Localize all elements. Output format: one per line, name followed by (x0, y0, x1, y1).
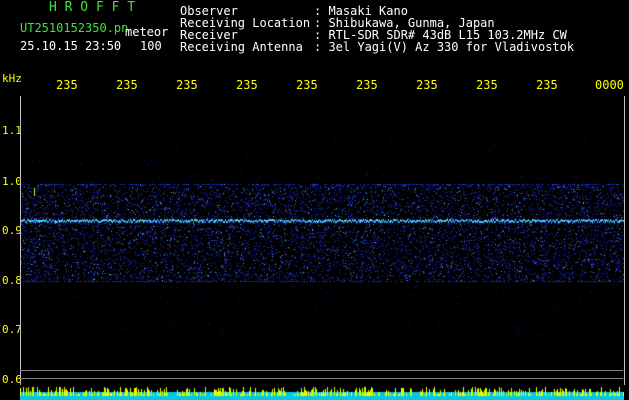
mode-label: meteor (125, 25, 169, 39)
antenna-label: Receiving Antenna (180, 40, 303, 54)
y-tick: 1.1 (2, 124, 22, 137)
y-tick: 1.0 (2, 175, 22, 188)
x-tick: 235 (236, 78, 258, 92)
datetime-label: 25.10.15 23:50 (20, 39, 122, 53)
spectrogram-canvas (20, 96, 624, 400)
baseline-rule (20, 370, 623, 371)
antenna-value: : 3el Yagi(V) Az 330 for Vladivostok (314, 40, 575, 54)
x-tick: 235 (356, 78, 378, 92)
y-tick: 0.7 (2, 323, 22, 336)
x-tick: 235 (476, 78, 498, 92)
y-tick: 0.8 (2, 274, 22, 287)
y-tick: 0.6 (2, 373, 22, 386)
count-label: 100 (140, 39, 162, 53)
x-tick: 0000 (595, 78, 624, 92)
x-tick: 235 (296, 78, 318, 92)
filename-label: UT2510152350.pn (20, 21, 129, 35)
x-tick: 235 (176, 78, 198, 92)
y-axis-unit: kHz (2, 72, 22, 85)
baseline-rule (20, 378, 623, 379)
y-tick: 0.9 (2, 224, 22, 237)
x-tick: 235 (416, 78, 438, 92)
x-tick: 235 (116, 78, 138, 92)
brand-title: H R O F F T (49, 0, 136, 15)
x-tick: 235 (536, 78, 558, 92)
spectrogram-window: H R O F F T UT2510152350.pn meteor 25.10… (0, 0, 629, 400)
x-tick: 235 (56, 78, 78, 92)
